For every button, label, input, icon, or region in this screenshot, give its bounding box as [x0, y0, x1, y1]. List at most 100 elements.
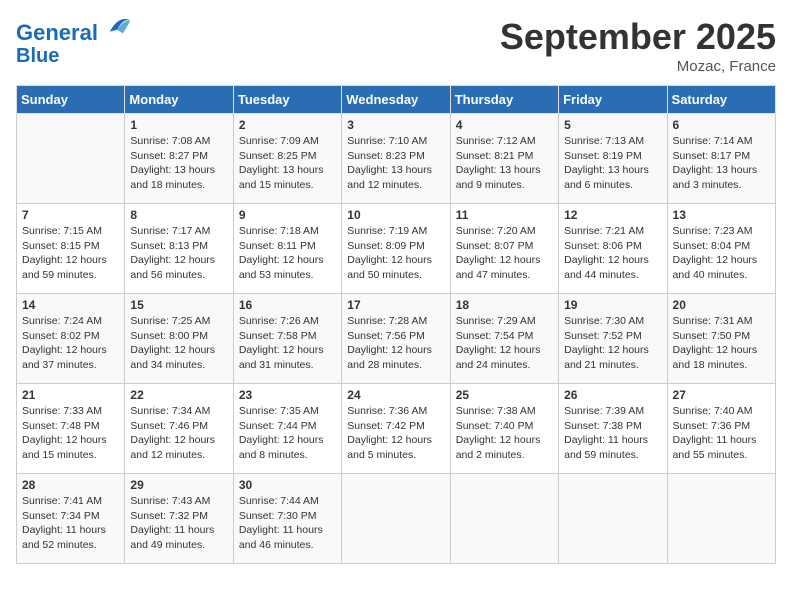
location: Mozac, France [500, 58, 776, 75]
day-number: 24 [347, 388, 444, 402]
header-thursday: Thursday [450, 86, 558, 114]
calendar-cell: 13 Sunrise: 7:23 AMSunset: 8:04 PMDayligh… [667, 204, 775, 294]
cell-content: Sunrise: 7:17 AMSunset: 8:13 PMDaylight:… [130, 224, 227, 283]
calendar-cell: 21Sunrise: 7:33 AMSunset: 7:48 PMDayligh… [17, 384, 125, 474]
calendar-cell: 1 Sunrise: 7:08 AMSunset: 8:27 PMDaylight… [125, 114, 233, 204]
header-tuesday: Tuesday [233, 86, 341, 114]
cell-content: Sunrise: 7:20 AMSunset: 8:07 PMDaylight:… [456, 224, 553, 283]
calendar-cell: 17 Sunrise: 7:28 AMSunset: 7:56 PMDayligh… [342, 294, 450, 384]
calendar-cell [450, 474, 558, 564]
title-block: September 2025 Mozac, France [500, 16, 776, 75]
cell-content: Sunrise: 7:28 AMSunset: 7:56 PMDaylight:… [347, 314, 444, 373]
calendar-cell: 11 Sunrise: 7:20 AMSunset: 8:07 PMDayligh… [450, 204, 558, 294]
week-row-2: 7 Sunrise: 7:15 AMSunset: 8:15 PMDaylight… [17, 204, 776, 294]
day-number: 14 [22, 298, 119, 312]
logo-icon [106, 12, 134, 40]
day-number: 25 [456, 388, 553, 402]
header-friday: Friday [559, 86, 667, 114]
calendar-cell: 5 Sunrise: 7:13 AMSunset: 8:19 PMDaylight… [559, 114, 667, 204]
cell-content: Sunrise: 7:14 AMSunset: 8:17 PMDaylight:… [673, 134, 770, 193]
cell-content: Sunrise: 7:35 AMSunset: 7:44 PMDaylight:… [239, 404, 336, 463]
day-number: 5 [564, 118, 661, 132]
day-number: 23 [239, 388, 336, 402]
calendar-cell [17, 114, 125, 204]
cell-content: Sunrise: 7:29 AMSunset: 7:54 PMDaylight:… [456, 314, 553, 373]
calendar-cell: 14 Sunrise: 7:24 AMSunset: 8:02 PMDayligh… [17, 294, 125, 384]
day-number: 20 [673, 298, 770, 312]
calendar-cell: 4Sunrise: 7:12 AMSunset: 8:21 PMDaylight… [450, 114, 558, 204]
month-title: September 2025 [500, 16, 776, 58]
calendar-cell [342, 474, 450, 564]
cell-content: Sunrise: 7:18 AMSunset: 8:11 PMDaylight:… [239, 224, 336, 283]
week-row-4: 21Sunrise: 7:33 AMSunset: 7:48 PMDayligh… [17, 384, 776, 474]
day-number: 18 [456, 298, 553, 312]
day-number: 30 [239, 478, 336, 492]
calendar-cell: 7 Sunrise: 7:15 AMSunset: 8:15 PMDaylight… [17, 204, 125, 294]
cell-content: Sunrise: 7:15 AMSunset: 8:15 PMDaylight:… [22, 224, 119, 283]
day-number: 7 [22, 208, 119, 222]
week-row-3: 14 Sunrise: 7:24 AMSunset: 8:02 PMDayligh… [17, 294, 776, 384]
logo-text: General [16, 16, 134, 45]
calendar-cell: 3Sunrise: 7:10 AMSunset: 8:23 PMDaylight… [342, 114, 450, 204]
cell-content: Sunrise: 7:21 AMSunset: 8:06 PMDaylight:… [564, 224, 661, 283]
calendar-cell: 19 Sunrise: 7:30 AMSunset: 7:52 PMDayligh… [559, 294, 667, 384]
logo-blue: Blue [16, 45, 134, 67]
day-number: 26 [564, 388, 661, 402]
calendar-cell: 6Sunrise: 7:14 AMSunset: 8:17 PMDaylight… [667, 114, 775, 204]
calendar-cell: 18 Sunrise: 7:29 AMSunset: 7:54 PMDayligh… [450, 294, 558, 384]
week-row-1: 1 Sunrise: 7:08 AMSunset: 8:27 PMDaylight… [17, 114, 776, 204]
cell-content: Sunrise: 7:08 AMSunset: 8:27 PMDaylight:… [130, 134, 227, 193]
day-number: 27 [673, 388, 770, 402]
cell-content: Sunrise: 7:19 AMSunset: 8:09 PMDaylight:… [347, 224, 444, 283]
calendar-cell: 2Sunrise: 7:09 AMSunset: 8:25 PMDaylight… [233, 114, 341, 204]
calendar-cell: 27 Sunrise: 7:40 AMSunset: 7:36 PMDayligh… [667, 384, 775, 474]
day-number: 1 [130, 118, 227, 132]
calendar-cell: 16 Sunrise: 7:26 AMSunset: 7:58 PMDayligh… [233, 294, 341, 384]
day-number: 2 [239, 118, 336, 132]
day-number: 11 [456, 208, 553, 222]
cell-content: Sunrise: 7:25 AMSunset: 8:00 PMDaylight:… [130, 314, 227, 373]
day-number: 21 [22, 388, 119, 402]
cell-content: Sunrise: 7:31 AMSunset: 7:50 PMDaylight:… [673, 314, 770, 373]
day-number: 3 [347, 118, 444, 132]
calendar-cell: 26 Sunrise: 7:39 AMSunset: 7:38 PMDayligh… [559, 384, 667, 474]
calendar-cell: 25 Sunrise: 7:38 AMSunset: 7:40 PMDayligh… [450, 384, 558, 474]
cell-content: Sunrise: 7:38 AMSunset: 7:40 PMDaylight:… [456, 404, 553, 463]
logo-general: General [16, 20, 98, 45]
day-number: 16 [239, 298, 336, 312]
header-monday: Monday [125, 86, 233, 114]
day-number: 13 [673, 208, 770, 222]
calendar-cell [667, 474, 775, 564]
day-number: 10 [347, 208, 444, 222]
cell-content: Sunrise: 7:30 AMSunset: 7:52 PMDaylight:… [564, 314, 661, 373]
calendar-cell [559, 474, 667, 564]
cell-content: Sunrise: 7:43 AMSunset: 7:32 PMDaylight:… [130, 494, 227, 553]
cell-content: Sunrise: 7:36 AMSunset: 7:42 PMDaylight:… [347, 404, 444, 463]
calendar-header: SundayMondayTuesdayWednesdayThursdayFrid… [17, 86, 776, 114]
cell-content: Sunrise: 7:24 AMSunset: 8:02 PMDaylight:… [22, 314, 119, 373]
day-number: 28 [22, 478, 119, 492]
header-saturday: Saturday [667, 86, 775, 114]
day-number: 17 [347, 298, 444, 312]
calendar-cell: 9 Sunrise: 7:18 AMSunset: 8:11 PMDaylight… [233, 204, 341, 294]
calendar-cell: 15 Sunrise: 7:25 AMSunset: 8:00 PMDayligh… [125, 294, 233, 384]
day-number: 12 [564, 208, 661, 222]
calendar-cell: 8 Sunrise: 7:17 AMSunset: 8:13 PMDaylight… [125, 204, 233, 294]
cell-content: Sunrise: 7:39 AMSunset: 7:38 PMDaylight:… [564, 404, 661, 463]
cell-content: Sunrise: 7:26 AMSunset: 7:58 PMDaylight:… [239, 314, 336, 373]
calendar-cell: 12 Sunrise: 7:21 AMSunset: 8:06 PMDayligh… [559, 204, 667, 294]
cell-content: Sunrise: 7:13 AMSunset: 8:19 PMDaylight:… [564, 134, 661, 193]
cell-content: Sunrise: 7:40 AMSunset: 7:36 PMDaylight:… [673, 404, 770, 463]
page-header: General Blue September 2025 Mozac, Franc… [16, 16, 776, 75]
logo: General Blue [16, 16, 134, 67]
day-number: 19 [564, 298, 661, 312]
calendar-cell: 22Sunrise: 7:34 AMSunset: 7:46 PMDayligh… [125, 384, 233, 474]
cell-content: Sunrise: 7:41 AMSunset: 7:34 PMDaylight:… [22, 494, 119, 553]
cell-content: Sunrise: 7:23 AMSunset: 8:04 PMDaylight:… [673, 224, 770, 283]
header-row: SundayMondayTuesdayWednesdayThursdayFrid… [17, 86, 776, 114]
calendar-body: 1 Sunrise: 7:08 AMSunset: 8:27 PMDaylight… [17, 114, 776, 564]
day-number: 22 [130, 388, 227, 402]
day-number: 9 [239, 208, 336, 222]
day-number: 15 [130, 298, 227, 312]
day-number: 8 [130, 208, 227, 222]
